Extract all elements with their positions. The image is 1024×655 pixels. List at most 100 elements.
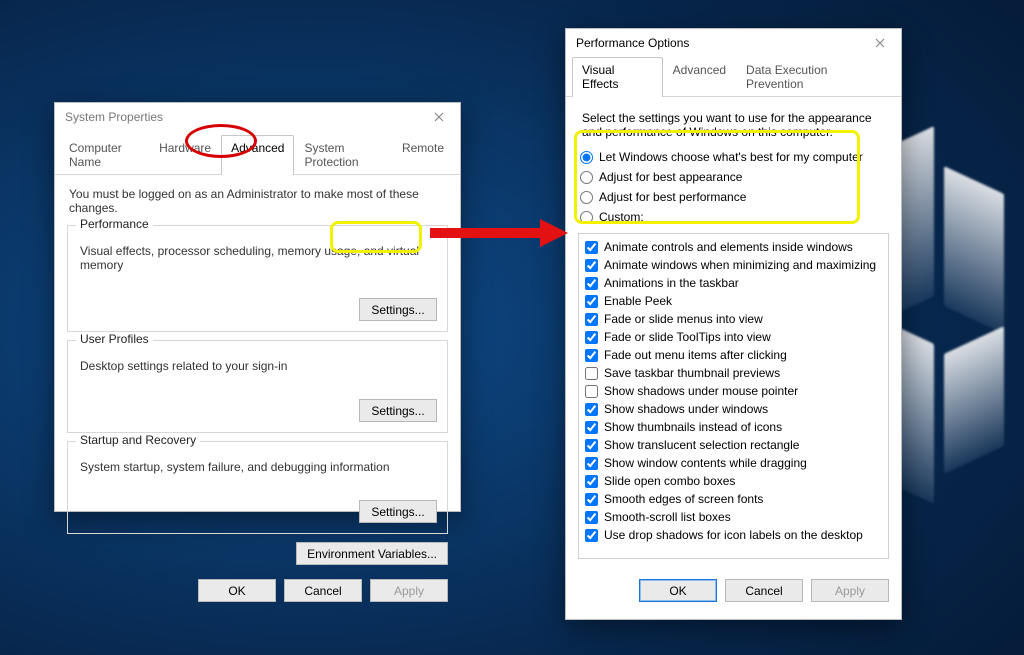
visual-effect-option[interactable]: Use drop shadows for icon labels on the … [583, 526, 884, 544]
user-profiles-group: User Profiles Desktop settings related t… [67, 340, 448, 433]
checkbox-input[interactable] [585, 493, 598, 506]
user-profiles-settings-button[interactable]: Settings... [359, 399, 437, 422]
po-tab-advanced[interactable]: Advanced [663, 57, 736, 97]
visual-effect-option[interactable]: Show translucent selection rectangle [583, 436, 884, 454]
visual-effect-option[interactable]: Show shadows under mouse pointer [583, 382, 884, 400]
radio-input[interactable] [580, 191, 593, 204]
tabstrip: Computer NameHardwareAdvancedSystem Prot… [55, 131, 460, 175]
close-icon[interactable] [859, 29, 901, 57]
checkbox-input[interactable] [585, 529, 598, 542]
checkbox-input[interactable] [585, 313, 598, 326]
checkbox-input[interactable] [585, 259, 598, 272]
visual-effect-option[interactable]: Fade or slide ToolTips into view [583, 328, 884, 346]
environment-variables-button[interactable]: Environment Variables... [296, 542, 448, 565]
checkbox-input[interactable] [585, 349, 598, 362]
titlebar[interactable]: System Properties [55, 103, 460, 131]
visual-effect-option[interactable]: Fade or slide menus into view [583, 310, 884, 328]
radio-label: Adjust for best performance [599, 190, 746, 204]
ok-button[interactable]: OK [198, 579, 276, 602]
visual-effect-option[interactable]: Show thumbnails instead of icons [583, 418, 884, 436]
sp-tab-computer-name[interactable]: Computer Name [59, 135, 149, 175]
dialog-title: System Properties [65, 110, 163, 124]
option-label: Show translucent selection rectangle [604, 437, 799, 453]
titlebar[interactable]: Performance Options [566, 29, 901, 57]
group-label: Startup and Recovery [76, 433, 200, 447]
mode-radio-1[interactable]: Adjust for best appearance [578, 167, 889, 187]
mode-radio-2[interactable]: Adjust for best performance [578, 187, 889, 207]
close-icon[interactable] [418, 103, 460, 131]
checkbox-input[interactable] [585, 331, 598, 344]
option-label: Fade or slide menus into view [604, 311, 763, 327]
visual-effect-option[interactable]: Show shadows under windows [583, 400, 884, 418]
mode-radio-group: Let Windows choose what's best for my co… [578, 147, 889, 227]
visual-effect-option[interactable]: Enable Peek [583, 292, 884, 310]
dialog-title: Performance Options [576, 36, 689, 50]
apply-button[interactable]: Apply [811, 579, 889, 602]
group-description: Visual effects, processor scheduling, me… [80, 244, 435, 272]
option-label: Show shadows under mouse pointer [604, 383, 798, 399]
performance-settings-button[interactable]: Settings... [359, 298, 437, 321]
radio-input[interactable] [580, 171, 593, 184]
option-label: Animations in the taskbar [604, 275, 739, 291]
option-label: Smooth-scroll list boxes [604, 509, 731, 525]
po-tab-visual-effects[interactable]: Visual Effects [572, 57, 663, 97]
startup-recovery-group: Startup and Recovery System startup, sys… [67, 441, 448, 534]
checkbox-input[interactable] [585, 295, 598, 308]
startup-settings-button[interactable]: Settings... [359, 500, 437, 523]
performance-options-dialog: Performance Options Visual EffectsAdvanc… [565, 28, 902, 620]
visual-effect-option[interactable]: Smooth edges of screen fonts [583, 490, 884, 508]
radio-input[interactable] [580, 151, 593, 164]
cancel-button[interactable]: Cancel [725, 579, 803, 602]
sp-tab-system-protection[interactable]: System Protection [294, 135, 392, 175]
intro-text: Select the settings you want to use for … [582, 111, 885, 139]
visual-effect-option[interactable]: Animations in the taskbar [583, 274, 884, 292]
visual-effect-option[interactable]: Animate windows when minimizing and maxi… [583, 256, 884, 274]
option-label: Slide open combo boxes [604, 473, 735, 489]
po-tab-data-execution-prevention[interactable]: Data Execution Prevention [736, 57, 895, 97]
visual-effect-option[interactable]: Smooth-scroll list boxes [583, 508, 884, 526]
ok-button[interactable]: OK [639, 579, 717, 602]
option-label: Save taskbar thumbnail previews [604, 365, 780, 381]
checkbox-input[interactable] [585, 475, 598, 488]
group-label: Performance [76, 217, 153, 231]
option-label: Show thumbnails instead of icons [604, 419, 782, 435]
checkbox-input[interactable] [585, 511, 598, 524]
checkbox-input[interactable] [585, 385, 598, 398]
option-label: Fade out menu items after clicking [604, 347, 787, 363]
system-properties-dialog: System Properties Computer NameHardwareA… [54, 102, 461, 512]
checkbox-input[interactable] [585, 457, 598, 470]
option-label: Show shadows under windows [604, 401, 768, 417]
sp-tab-remote[interactable]: Remote [392, 135, 454, 175]
checkbox-input[interactable] [585, 241, 598, 254]
checkbox-input[interactable] [585, 277, 598, 290]
option-label: Fade or slide ToolTips into view [604, 329, 771, 345]
desktop-background: System Properties Computer NameHardwareA… [0, 0, 1024, 655]
checkbox-input[interactable] [585, 439, 598, 452]
option-label: Enable Peek [604, 293, 672, 309]
checkbox-input[interactable] [585, 403, 598, 416]
option-label: Use drop shadows for icon labels on the … [604, 527, 863, 543]
option-label: Show window contents while dragging [604, 455, 807, 471]
cancel-button[interactable]: Cancel [284, 579, 362, 602]
mode-radio-3[interactable]: Custom: [578, 207, 889, 227]
group-label: User Profiles [76, 332, 153, 346]
checkbox-input[interactable] [585, 421, 598, 434]
sp-tab-advanced[interactable]: Advanced [221, 135, 294, 175]
visual-effect-option[interactable]: Show window contents while dragging [583, 454, 884, 472]
radio-label: Let Windows choose what's best for my co… [599, 150, 863, 164]
visual-effect-option[interactable]: Animate controls and elements inside win… [583, 238, 884, 256]
apply-button[interactable]: Apply [370, 579, 448, 602]
option-label: Smooth edges of screen fonts [604, 491, 763, 507]
tabstrip: Visual EffectsAdvancedData Execution Pre… [566, 57, 901, 97]
group-description: System startup, system failure, and debu… [80, 460, 435, 474]
group-description: Desktop settings related to your sign-in [80, 359, 435, 373]
visual-effects-list[interactable]: Animate controls and elements inside win… [578, 233, 889, 559]
checkbox-input[interactable] [585, 367, 598, 380]
sp-tab-hardware[interactable]: Hardware [149, 135, 221, 175]
visual-effect-option[interactable]: Slide open combo boxes [583, 472, 884, 490]
mode-radio-0[interactable]: Let Windows choose what's best for my co… [578, 147, 889, 167]
option-label: Animate controls and elements inside win… [604, 239, 853, 255]
visual-effect-option[interactable]: Fade out menu items after clicking [583, 346, 884, 364]
radio-input[interactable] [580, 211, 593, 224]
visual-effect-option[interactable]: Save taskbar thumbnail previews [583, 364, 884, 382]
